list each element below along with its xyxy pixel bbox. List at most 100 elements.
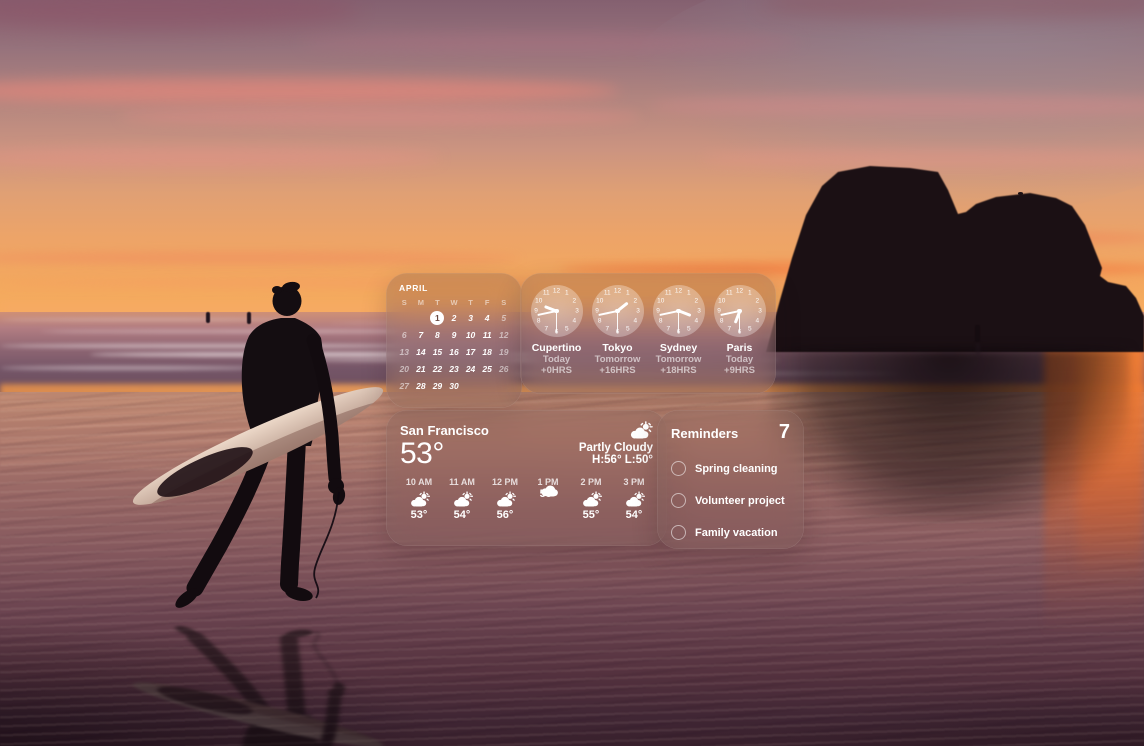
reminder-checkbox-icon[interactable]	[671, 525, 686, 540]
clock-day-label: Today	[710, 354, 770, 365]
hour-weather-icon	[494, 491, 516, 508]
calendar-day[interactable]: 8	[429, 326, 446, 343]
calendar-day[interactable]: 26	[495, 360, 512, 377]
reminder-item[interactable]: Volunteer project	[671, 493, 790, 508]
analog-clock-face: 121234567891011	[592, 285, 644, 337]
hour-weather-icon	[408, 491, 430, 508]
hourly-forecast-item[interactable]: 10 AM	[402, 477, 436, 521]
reminder-label: Volunteer project	[695, 495, 785, 507]
reminders-list: Spring cleaning Volunteer project Family…	[671, 461, 790, 540]
calendar-day[interactable]: 11	[479, 326, 496, 343]
calendar-day[interactable]: 23	[446, 360, 463, 377]
calendar-month-label: APRIL	[399, 283, 512, 293]
clock-offset-label: +0HRS	[527, 365, 587, 376]
hour-weather-icon	[580, 491, 602, 508]
hour-weather-icon	[451, 491, 473, 508]
clock-offset-label: +16HRS	[588, 365, 648, 376]
weekday-header: M	[413, 296, 430, 309]
calendar-day[interactable]: 28	[413, 377, 430, 394]
calendar-day[interactable]: 14	[413, 343, 430, 360]
calendar-day[interactable]: 2	[446, 309, 463, 326]
calendar-grid: 1 2 3 4 5 6 7 8 9 10 11 12	[396, 309, 512, 394]
clock-cell[interactable]: 121234567891011 Cupertino Today +0HRS	[527, 285, 587, 376]
calendar-day[interactable]: 29	[429, 377, 446, 394]
calendar-day[interactable]: 17	[462, 343, 479, 360]
calendar-day[interactable]: 21	[413, 360, 430, 377]
desktop-wallpaper-scene: APRIL SMTWTFS 1 2 3 4 5 6 7	[0, 0, 1144, 746]
distant-walker-reflection	[976, 343, 980, 355]
reminders-count-badge: 7	[779, 421, 790, 444]
calendar-day[interactable]: 9	[446, 326, 463, 343]
weekday-header: T	[429, 296, 446, 309]
hourly-forecast-item[interactable]: 11 AM	[445, 477, 479, 521]
hour-label: 2 PM	[580, 477, 601, 487]
clock-city-label: Sydney	[649, 342, 709, 354]
hourly-forecast-item[interactable]: 1 PM	[531, 477, 565, 521]
rock-reflection	[768, 348, 1130, 520]
calendar-day[interactable]: 25	[479, 360, 496, 377]
clock-cell[interactable]: 121234567891011 Sydney Tomorrow +18HRS	[649, 285, 709, 376]
calendar-day[interactable]: 13	[396, 343, 413, 360]
reminders-title: Reminders	[671, 426, 738, 441]
calendar-day[interactable]: 18	[479, 343, 496, 360]
calendar-day[interactable]: 4	[479, 309, 496, 326]
hour-temp: 56°	[497, 509, 514, 521]
calendar-day[interactable]: 1	[429, 309, 446, 326]
calendar-widget[interactable]: APRIL SMTWTFS 1 2 3 4 5 6 7	[386, 273, 522, 408]
calendar-day[interactable]	[413, 309, 430, 326]
reminder-item[interactable]: Family vacation	[671, 525, 790, 540]
cloud-streak	[300, 35, 800, 51]
hourly-forecast-item[interactable]: 12 PM	[488, 477, 522, 521]
reminder-label: Family vacation	[695, 527, 778, 539]
calendar-day[interactable]: 5	[495, 309, 512, 326]
analog-clock-face: 121234567891011	[714, 285, 766, 337]
hour-label: 11 AM	[449, 477, 475, 487]
calendar-day[interactable]: 15	[429, 343, 446, 360]
calendar-day[interactable]: 22	[429, 360, 446, 377]
reminder-checkbox-icon[interactable]	[671, 493, 686, 508]
reminder-item[interactable]: Spring cleaning	[671, 461, 790, 476]
hour-temp: 54°	[454, 509, 471, 521]
sea-stack-rock	[750, 160, 1144, 360]
calendar-day[interactable]: 10	[462, 326, 479, 343]
calendar-day[interactable]: 3	[462, 309, 479, 326]
calendar-day[interactable]: 30	[446, 377, 463, 394]
cloud-streak	[120, 108, 640, 126]
partly-cloudy-icon	[627, 421, 653, 440]
clock-offset-label: +9HRS	[710, 365, 770, 376]
world-clock-widget[interactable]: 121234567891011 Cupertino Today +0HRS 12…	[520, 273, 776, 394]
clock-cell[interactable]: 121234567891011 Tokyo Tomorrow +16HRS	[588, 285, 648, 376]
calendar-day[interactable]: 27	[396, 377, 413, 394]
weather-high-low: H:56° L:50°	[592, 454, 653, 466]
reminders-widget[interactable]: Reminders 7 Spring cleaning Volunteer pr…	[657, 410, 804, 549]
calendar-weekday-headers: SMTWTFS	[396, 296, 512, 309]
analog-clock-face: 121234567891011	[653, 285, 705, 337]
hour-temp: 55°	[583, 509, 600, 521]
hourly-forecast-item[interactable]: 3 PM	[617, 477, 651, 521]
reminder-checkbox-icon[interactable]	[671, 461, 686, 476]
calendar-day[interactable]: 12	[495, 326, 512, 343]
calendar-day[interactable]: 19	[495, 343, 512, 360]
calendar-day[interactable]: 7	[413, 326, 430, 343]
bird-icon	[1018, 192, 1023, 195]
weather-current-temp: 53°	[400, 438, 489, 470]
weather-condition-block: Partly Cloudy H:56° L:50°	[579, 421, 653, 470]
weekday-header: S	[495, 296, 512, 309]
clock-hub	[554, 309, 559, 314]
clock-cell[interactable]: 121234567891011 Paris Today +9HRS	[710, 285, 770, 376]
weather-current: San Francisco 53°	[400, 420, 489, 470]
calendar-day[interactable]: 24	[462, 360, 479, 377]
distant-walker	[975, 325, 980, 342]
weekday-header: F	[479, 296, 496, 309]
hour-weather-icon	[537, 481, 559, 498]
calendar-day[interactable]	[396, 309, 413, 326]
clock-city-label: Paris	[710, 342, 770, 354]
calendar-day[interactable]: 16	[446, 343, 463, 360]
clock-list: 121234567891011 Cupertino Today +0HRS 12…	[520, 273, 776, 376]
weather-widget[interactable]: San Francisco 53°	[386, 410, 667, 546]
calendar-day[interactable]: 20	[396, 360, 413, 377]
clock-day-label: Tomorrow	[649, 354, 709, 365]
hourly-forecast: 10 AM	[400, 477, 653, 521]
calendar-day[interactable]: 6	[396, 326, 413, 343]
hourly-forecast-item[interactable]: 2 PM	[574, 477, 608, 521]
